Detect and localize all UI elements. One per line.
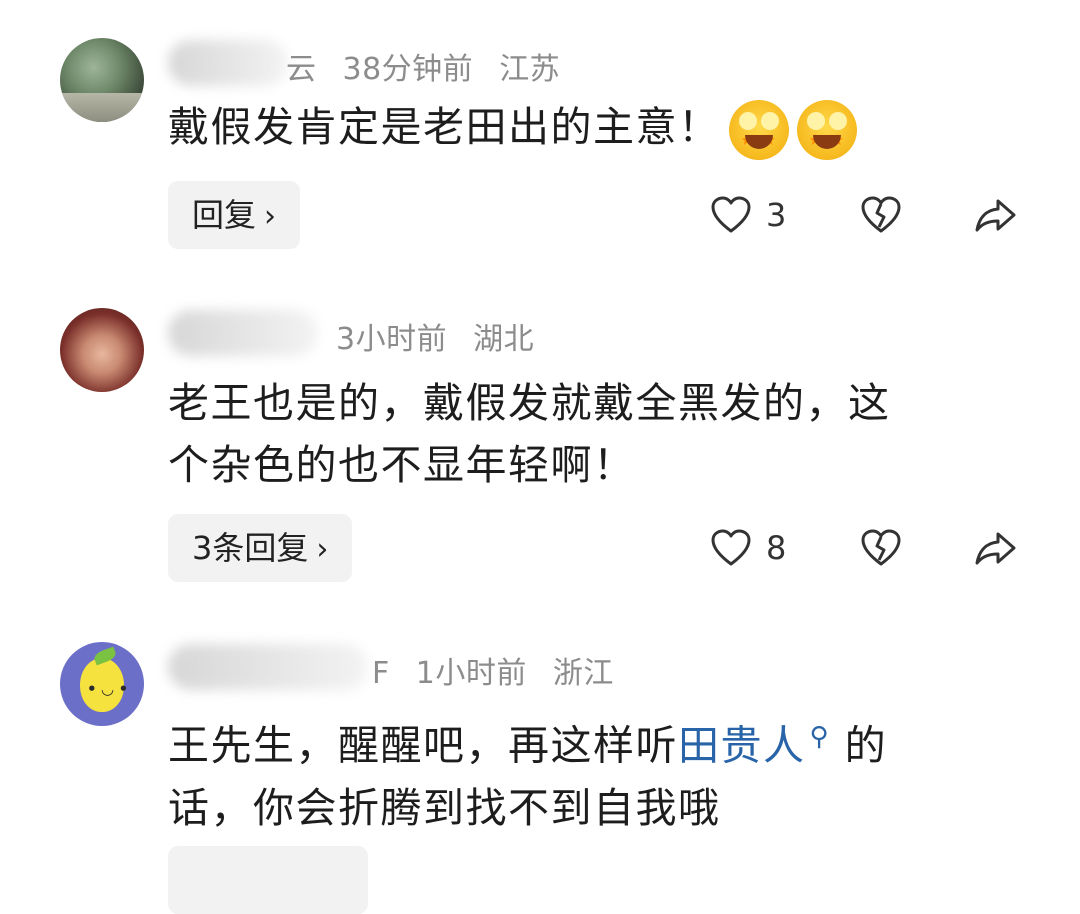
dislike-button[interactable]: [860, 514, 902, 582]
comment-actions: 8: [700, 514, 1030, 582]
star-eyes-emoji: [728, 100, 789, 171]
reply-label: 回复: [192, 196, 257, 234]
reply-button[interactable]: 回复 ›: [168, 181, 301, 249]
username-blurred[interactable]: [168, 40, 288, 86]
topic-link[interactable]: 田贵人: [678, 722, 806, 770]
avatar[interactable]: [60, 308, 144, 392]
search-icon[interactable]: ⚲: [810, 722, 831, 752]
location: 湖北: [473, 322, 535, 357]
share-icon: [975, 199, 1016, 232]
like-button[interactable]: 3: [710, 181, 786, 249]
chevron-right-icon: ›: [316, 532, 329, 567]
avatar[interactable]: [60, 38, 144, 122]
star-eyes-emoji: [796, 100, 857, 171]
comment-text-line: 戴假发肯定是老田出的主意！: [168, 103, 721, 151]
comment-text-line: 王先生，醒醒吧，再这样听田贵人 ⚲ 的: [168, 706, 887, 777]
replies-button[interactable]: 3条回复 ›: [168, 514, 353, 582]
reply-button[interactable]: [168, 846, 368, 914]
comment-meta: F 1小时前 浙江: [372, 648, 614, 692]
username-partial[interactable]: 云: [286, 52, 317, 87]
like-count: 3: [766, 196, 787, 234]
comment-text: 戴假发肯定是老田出的主意！: [168, 96, 857, 171]
comment-meta: 云 38分钟前 江苏: [286, 44, 560, 88]
avatar[interactable]: • ◡ •: [60, 642, 144, 726]
comment-text-line: 老王也是的，戴假发就戴全黑发的，这: [168, 379, 891, 427]
username-blurred[interactable]: [168, 310, 318, 356]
like-count: 8: [766, 529, 787, 567]
timestamp: 38分钟前: [342, 52, 474, 87]
timestamp: 1小时前: [415, 656, 527, 691]
heart-icon: [711, 196, 751, 233]
username-partial[interactable]: F: [372, 656, 390, 691]
share-icon: [975, 532, 1016, 565]
location: 浙江: [552, 656, 614, 691]
comment-text-segment: 王先生，醒醒吧，再这样听: [168, 721, 678, 770]
comment-actions: 3: [700, 181, 1030, 249]
comment-text-line: 话，你会折腾到找不到自我哦: [168, 783, 721, 832]
like-button[interactable]: 8: [710, 514, 786, 582]
comment-text-line: 个杂色的也不显年轻啊！: [168, 441, 636, 489]
dislike-heart-icon: [861, 196, 901, 233]
heart-icon: [711, 529, 751, 566]
reply-label: 3条回复: [192, 529, 309, 567]
dislike-button[interactable]: [860, 181, 902, 249]
share-button[interactable]: [974, 181, 1018, 249]
comment-meta: 3小时前 湖北: [336, 314, 534, 358]
timestamp: 3小时前: [336, 322, 448, 357]
username-blurred[interactable]: [168, 644, 368, 690]
face-icon: • ◡ •: [87, 680, 129, 698]
location: 江苏: [499, 52, 561, 87]
comment-text: 老王也是的，戴假发就戴全黑发的，这 个杂色的也不显年轻啊！: [168, 372, 891, 496]
share-button[interactable]: [974, 514, 1018, 582]
dislike-heart-icon: [861, 529, 901, 566]
comment-text: 王先生，醒醒吧，再这样听田贵人 ⚲ 的 话，你会折腾到找不到自我哦: [168, 706, 887, 839]
comment-text-segment: 的: [830, 721, 888, 770]
chevron-right-icon: ›: [264, 199, 277, 234]
